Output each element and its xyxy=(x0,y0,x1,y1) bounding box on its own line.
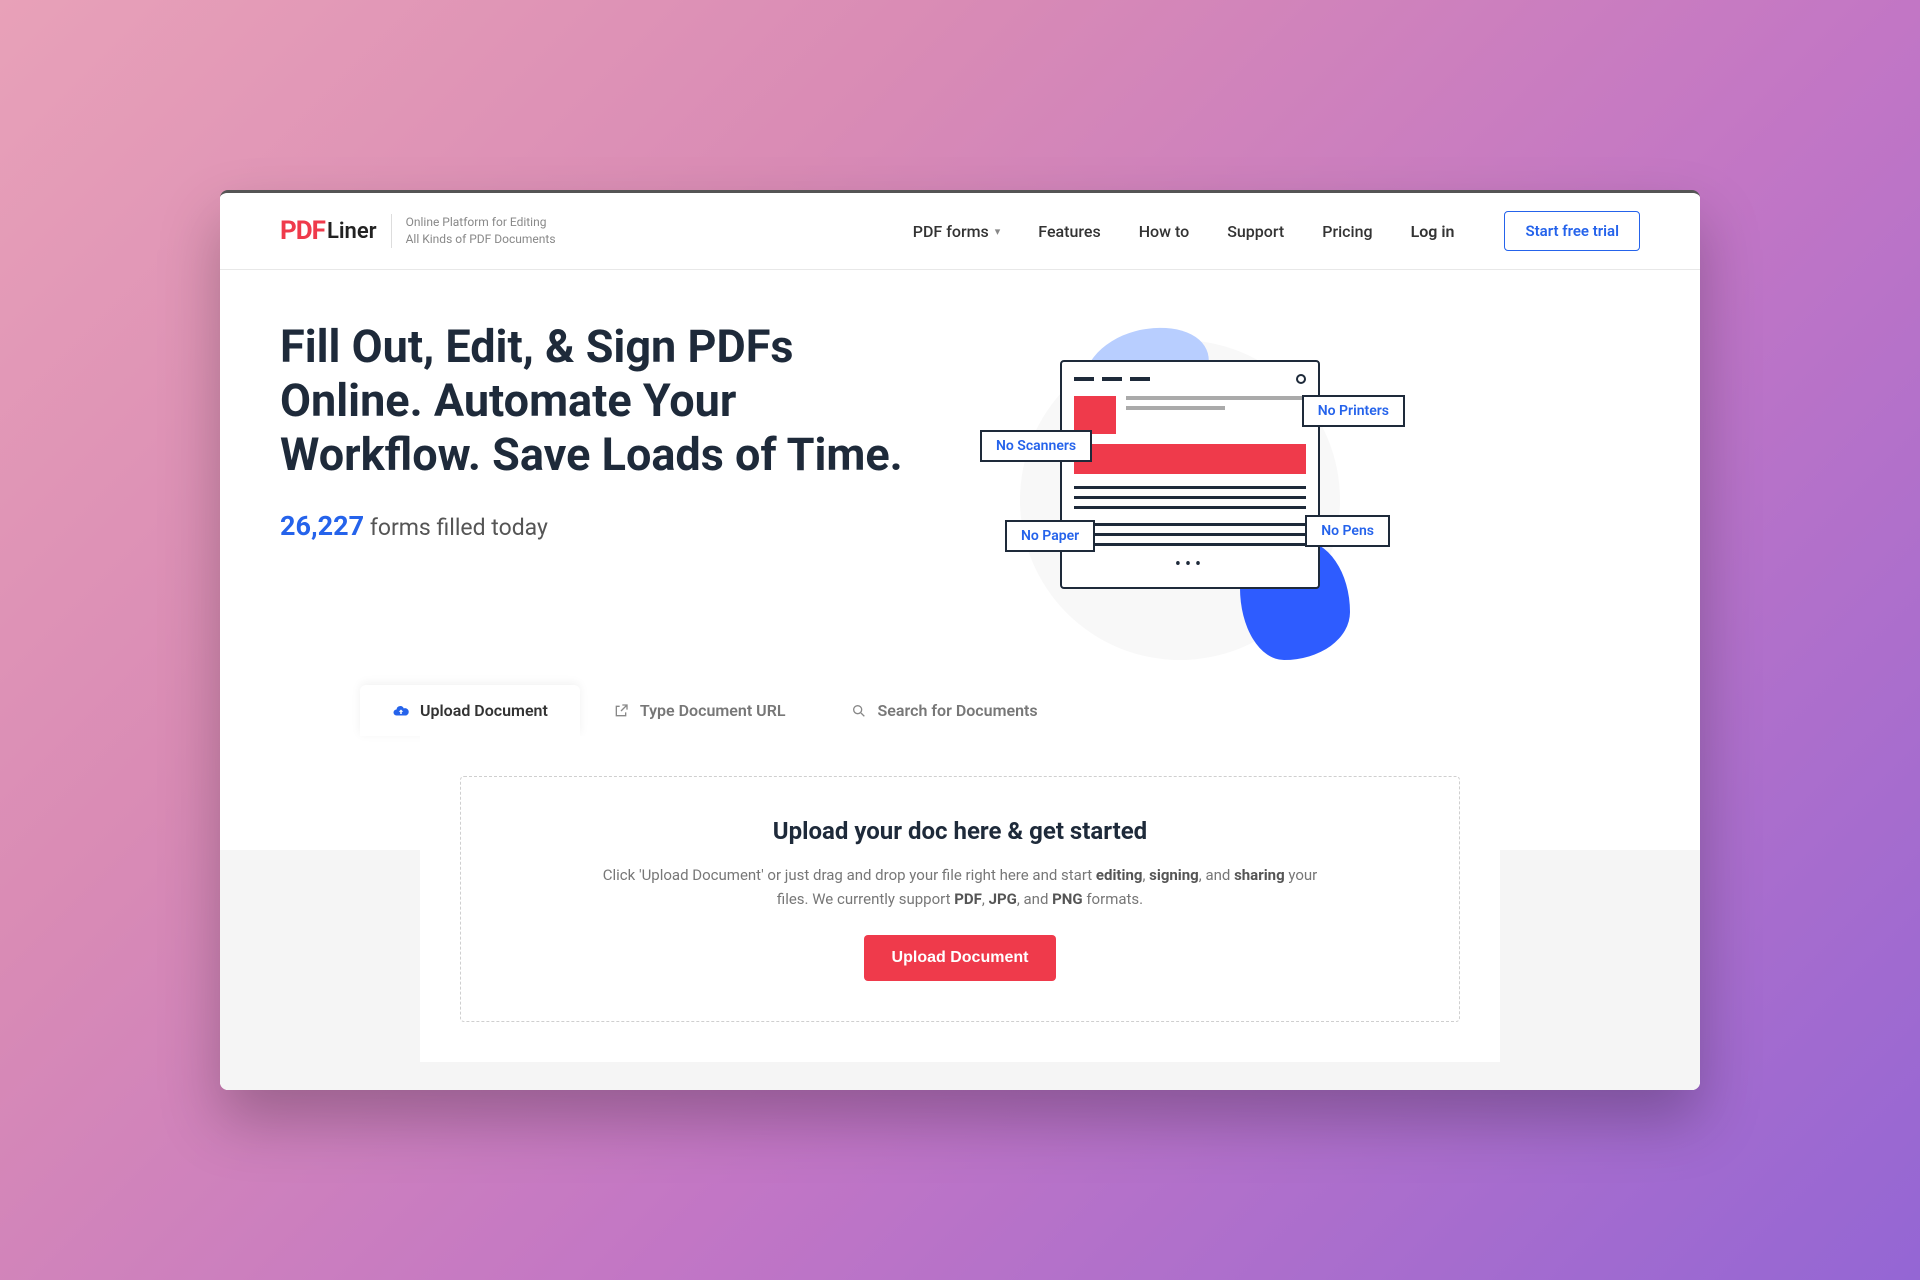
nav: PDF forms ▾ Features How to Support Pric… xyxy=(913,211,1640,251)
tab-upload-label: Upload Document xyxy=(420,701,548,720)
hero-left: Fill Out, Edit, & Sign PDFs Online. Auto… xyxy=(280,320,920,660)
nav-features[interactable]: Features xyxy=(1038,222,1100,241)
red-block xyxy=(1074,396,1116,434)
logo-area[interactable]: PDF Liner Online Platform for Editing Al… xyxy=(280,214,556,248)
document-illustration: ••• xyxy=(1060,360,1320,589)
dropzone-title: Upload your doc here & get started xyxy=(491,817,1429,845)
close-icon xyxy=(1296,374,1306,384)
tab-search-label: Search for Documents xyxy=(878,701,1038,720)
hero-illustration: ••• No Scanners No Printers No Paper No … xyxy=(960,320,1400,660)
dropzone-desc: Click 'Upload Document' or just drag and… xyxy=(600,863,1320,911)
start-free-trial-button[interactable]: Start free trial xyxy=(1504,211,1640,251)
tabs-section: Upload Document Type Document URL Search… xyxy=(220,685,1700,1062)
header: PDF Liner Online Platform for Editing Al… xyxy=(220,193,1700,270)
doc-menu-icon xyxy=(1074,377,1150,381)
link-icon xyxy=(612,702,630,720)
tagline: Online Platform for Editing All Kinds of… xyxy=(391,214,556,248)
chevron-down-icon: ▾ xyxy=(995,225,1001,238)
upload-document-button[interactable]: Upload Document xyxy=(864,935,1057,981)
nav-how-to[interactable]: How to xyxy=(1139,222,1190,241)
badge-no-paper: No Paper xyxy=(1005,520,1095,552)
badge-no-pens: No Pens xyxy=(1305,515,1390,547)
page: PDF Liner Online Platform for Editing Al… xyxy=(220,193,1700,1090)
doc-header xyxy=(1074,374,1306,384)
logo-pdf-text: PDF xyxy=(280,216,325,246)
nav-pdf-forms-label: PDF forms xyxy=(913,222,989,241)
tab-url-label: Type Document URL xyxy=(640,701,786,720)
hero: Fill Out, Edit, & Sign PDFs Online. Auto… xyxy=(220,270,1700,680)
dropzone[interactable]: Upload your doc here & get started Click… xyxy=(460,776,1460,1022)
nav-pricing[interactable]: Pricing xyxy=(1322,222,1372,241)
badge-no-scanners: No Scanners xyxy=(980,430,1092,462)
tab-search-documents[interactable]: Search for Documents xyxy=(818,685,1070,736)
tagline-line1: Online Platform for Editing xyxy=(406,214,556,231)
stats-number: 26,227 xyxy=(280,510,364,542)
dots-icon: ••• xyxy=(1074,554,1306,575)
logo: PDF Liner xyxy=(280,216,377,246)
badge-no-printers: No Printers xyxy=(1302,395,1405,427)
logo-liner-text: Liner xyxy=(327,219,377,244)
hero-title: Fill Out, Edit, & Sign PDFs Online. Auto… xyxy=(280,320,920,482)
nav-pdf-forms[interactable]: PDF forms ▾ xyxy=(913,222,1001,241)
tabs: Upload Document Type Document URL Search… xyxy=(360,685,1640,736)
tab-upload-document[interactable]: Upload Document xyxy=(360,685,580,736)
nav-support[interactable]: Support xyxy=(1227,222,1284,241)
hero-stats: 26,227 forms filled today xyxy=(280,510,920,542)
nav-login[interactable]: Log in xyxy=(1411,222,1455,241)
tagline-line2: All Kinds of PDF Documents xyxy=(406,231,556,248)
upload-panel: Upload your doc here & get started Click… xyxy=(420,736,1500,1062)
cloud-upload-icon xyxy=(392,702,410,720)
search-icon xyxy=(850,702,868,720)
browser-frame: PDF Liner Online Platform for Editing Al… xyxy=(220,190,1700,1090)
red-bar xyxy=(1074,444,1306,474)
stats-label: forms filled today xyxy=(370,514,548,541)
tab-type-url[interactable]: Type Document URL xyxy=(580,685,818,736)
